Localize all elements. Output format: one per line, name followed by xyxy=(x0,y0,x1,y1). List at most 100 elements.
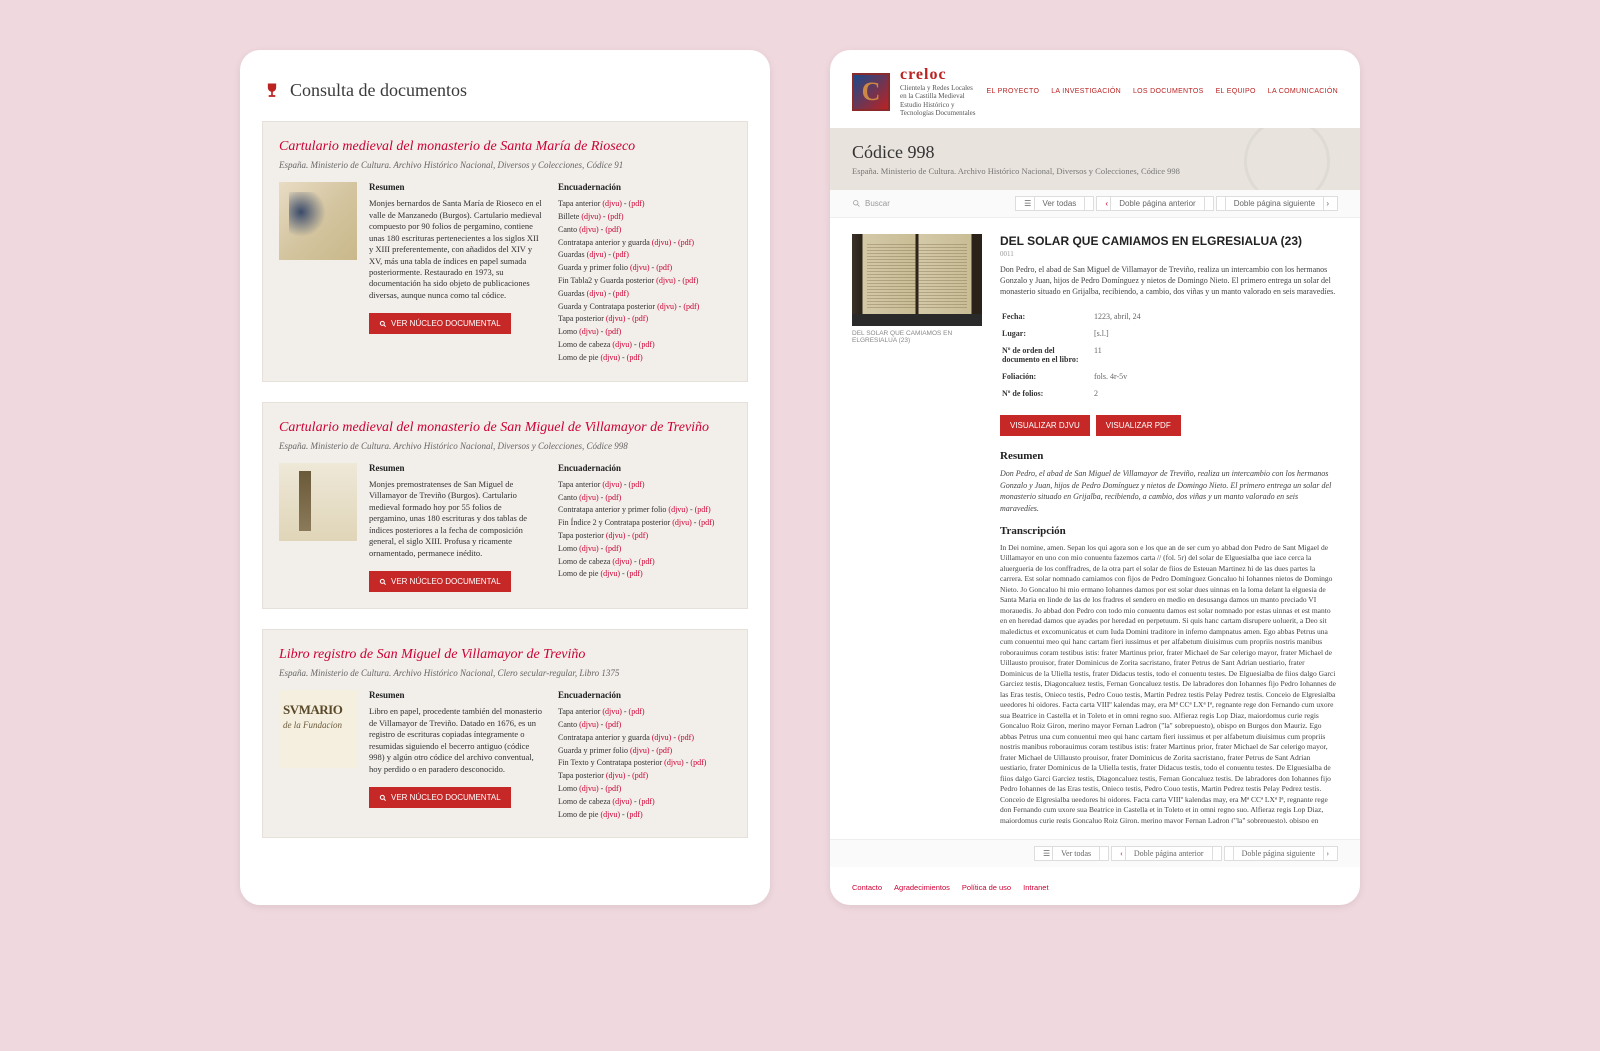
pdf-link[interactable]: (pdf) xyxy=(632,314,648,323)
djvu-link[interactable]: (djvu) xyxy=(579,225,599,234)
pdf-link[interactable]: (pdf) xyxy=(683,302,699,311)
djvu-link[interactable]: (djvu) xyxy=(612,557,632,566)
djvu-link[interactable]: (djvu) xyxy=(672,518,692,527)
pdf-link[interactable]: (pdf) xyxy=(678,733,694,742)
pager-all-bottom[interactable]: ☰ Ver todas xyxy=(1034,846,1109,861)
djvu-link[interactable]: (djvu) xyxy=(579,493,599,502)
pdf-link[interactable]: (pdf) xyxy=(682,276,698,285)
pager-next-bottom[interactable]: Doble página siguiente › xyxy=(1224,846,1338,861)
pdf-link[interactable]: (pdf) xyxy=(690,758,706,767)
pdf-link[interactable]: (pdf) xyxy=(605,544,621,553)
footer-link[interactable]: Contacto xyxy=(852,883,882,892)
pdf-link[interactable]: (pdf) xyxy=(632,531,648,540)
footer-link[interactable]: Intranet xyxy=(1023,883,1048,892)
nav-link[interactable]: EL PROYECTO xyxy=(987,88,1040,95)
djvu-link[interactable]: (djvu) xyxy=(657,302,677,311)
search-box[interactable]: Buscar xyxy=(852,199,890,208)
manuscript-thumbnail[interactable] xyxy=(279,182,357,260)
djvu-link[interactable]: (djvu) xyxy=(587,289,607,298)
djvu-link[interactable]: (djvu) xyxy=(652,238,672,247)
pdf-link[interactable]: (pdf) xyxy=(605,784,621,793)
djvu-link[interactable]: (djvu) xyxy=(600,353,620,362)
djvu-link[interactable]: (djvu) xyxy=(656,276,676,285)
pdf-link[interactable]: (pdf) xyxy=(639,797,655,806)
djvu-link[interactable]: (djvu) xyxy=(606,771,626,780)
djvu-link[interactable]: (djvu) xyxy=(600,569,620,578)
pdf-link[interactable]: (pdf) xyxy=(613,250,629,259)
view-core-button[interactable]: VER NÚCLEO DOCUMENTAL xyxy=(369,571,511,592)
view-djvu-button[interactable]: VISUALIZAR DJVU xyxy=(1000,415,1090,436)
binding-item: Tapa anterior (djvu) - (pdf) xyxy=(558,198,731,211)
pdf-link[interactable]: (pdf) xyxy=(608,212,624,221)
nav-link[interactable]: LA COMUNICACIÓN xyxy=(1268,88,1338,95)
pdf-link[interactable]: (pdf) xyxy=(639,340,655,349)
nav-link[interactable]: LOS DOCUMENTOS xyxy=(1133,88,1204,95)
footer-link[interactable]: Política de uso xyxy=(962,883,1011,892)
djvu-link[interactable]: (djvu) xyxy=(606,531,626,540)
djvu-link[interactable]: (djvu) xyxy=(668,505,688,514)
brand-subtitle-1: Clientela y Redes Locales en la Castilla… xyxy=(900,84,977,101)
djvu-link[interactable]: (djvu) xyxy=(579,327,599,336)
card-title[interactable]: Cartulario medieval del monasterio de Sa… xyxy=(279,138,731,156)
pdf-link[interactable]: (pdf) xyxy=(627,569,643,578)
view-core-button[interactable]: VER NÚCLEO DOCUMENTAL xyxy=(369,787,511,808)
djvu-link[interactable]: (djvu) xyxy=(602,707,622,716)
card-archive-ref: España. Ministerio de Cultura. Archivo H… xyxy=(279,668,731,678)
binding-item: Tapa posterior (djvu) - (pdf) xyxy=(558,770,731,783)
djvu-link[interactable]: (djvu) xyxy=(602,199,622,208)
view-core-button[interactable]: VER NÚCLEO DOCUMENTAL xyxy=(369,313,511,334)
nav-link[interactable]: LA INVESTIGACIÓN xyxy=(1051,88,1121,95)
pdf-link[interactable]: (pdf) xyxy=(695,505,711,514)
djvu-link[interactable]: (djvu) xyxy=(579,784,599,793)
manuscript-thumbnail[interactable] xyxy=(279,463,357,541)
pdf-link[interactable]: (pdf) xyxy=(605,493,621,502)
binding-list: Tapa anterior (djvu) - (pdf)Canto (djvu)… xyxy=(558,479,731,581)
pdf-link[interactable]: (pdf) xyxy=(613,289,629,298)
pdf-link[interactable]: (pdf) xyxy=(656,746,672,755)
pdf-link[interactable]: (pdf) xyxy=(629,199,645,208)
pager-next[interactable]: Doble página siguiente › xyxy=(1216,196,1338,211)
card-title[interactable]: Cartulario medieval del monasterio de Sa… xyxy=(279,419,731,437)
page-title: Consulta de documentos xyxy=(262,80,748,101)
pdf-link[interactable]: (pdf) xyxy=(627,810,643,819)
djvu-link[interactable]: (djvu) xyxy=(630,746,650,755)
pdf-link[interactable]: (pdf) xyxy=(678,238,694,247)
djvu-link[interactable]: (djvu) xyxy=(579,544,599,553)
pdf-link[interactable]: (pdf) xyxy=(627,353,643,362)
pdf-link[interactable]: (pdf) xyxy=(605,327,621,336)
djvu-link[interactable]: (djvu) xyxy=(652,733,672,742)
manuscript-thumbnail[interactable] xyxy=(279,690,357,768)
djvu-link[interactable]: (djvu) xyxy=(612,797,632,806)
goblet-icon xyxy=(262,81,282,101)
pdf-link[interactable]: (pdf) xyxy=(629,707,645,716)
djvu-link[interactable]: (djvu) xyxy=(579,720,599,729)
djvu-link[interactable]: (djvu) xyxy=(606,314,626,323)
pdf-link[interactable]: (pdf) xyxy=(632,771,648,780)
pager-prev[interactable]: ‹ Doble página anterior xyxy=(1096,196,1213,211)
pdf-link[interactable]: (pdf) xyxy=(698,518,714,527)
djvu-link[interactable]: (djvu) xyxy=(630,263,650,272)
pdf-link[interactable]: (pdf) xyxy=(656,263,672,272)
pdf-link[interactable]: (pdf) xyxy=(629,480,645,489)
djvu-link[interactable]: (djvu) xyxy=(600,810,620,819)
binding-item: Guardas (djvu) - (pdf) xyxy=(558,288,731,301)
pager-prev-bottom[interactable]: ‹ Doble página anterior xyxy=(1111,846,1221,861)
djvu-link[interactable]: (djvu) xyxy=(581,212,601,221)
pdf-link[interactable]: (pdf) xyxy=(605,720,621,729)
view-pdf-button[interactable]: VISUALIZAR PDF xyxy=(1096,415,1181,436)
nav-link[interactable]: EL EQUIPO xyxy=(1216,88,1256,95)
manuscript-viewer[interactable] xyxy=(852,234,982,326)
binding-heading: Encuadernación xyxy=(558,182,731,192)
footer-link[interactable]: Agradecimientos xyxy=(894,883,950,892)
pager-all[interactable]: ☰ Ver todas xyxy=(1015,196,1094,211)
search-icon xyxy=(379,794,387,802)
djvu-link[interactable]: (djvu) xyxy=(612,340,632,349)
pager-bottom: ☰ Ver todas ‹ Doble página anterior Dobl… xyxy=(1034,846,1338,861)
djvu-link[interactable]: (djvu) xyxy=(602,480,622,489)
card-title[interactable]: Libro registro de San Miguel de Villamay… xyxy=(279,646,731,664)
pdf-link[interactable]: (pdf) xyxy=(639,557,655,566)
search-icon xyxy=(852,199,861,208)
djvu-link[interactable]: (djvu) xyxy=(587,250,607,259)
djvu-link[interactable]: (djvu) xyxy=(664,758,684,767)
pdf-link[interactable]: (pdf) xyxy=(605,225,621,234)
